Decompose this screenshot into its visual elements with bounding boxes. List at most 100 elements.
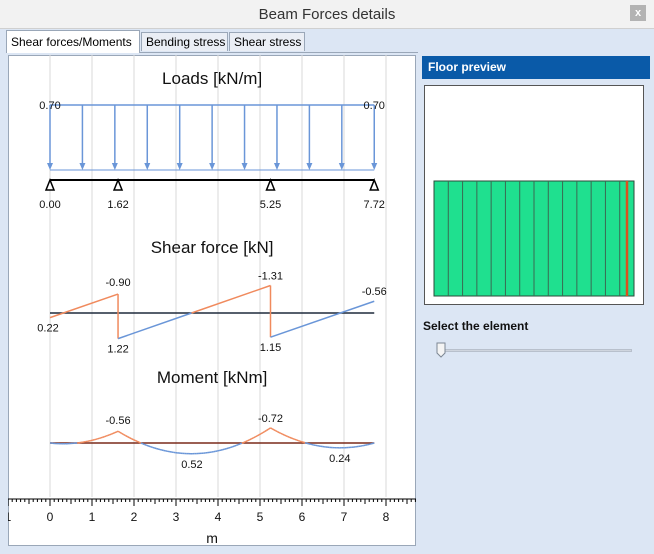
- moment-curve: [134, 439, 138, 443]
- x-tick-label: 7: [341, 510, 348, 524]
- x-tick-label: 1: [8, 510, 12, 524]
- moment-curve: [297, 439, 301, 442]
- floor-preview-box: [424, 85, 644, 305]
- load-arrow-head: [371, 163, 378, 170]
- support-label: 1.62: [107, 199, 128, 211]
- load-value-end: 0.70: [364, 100, 385, 112]
- support-label: 5.25: [260, 199, 281, 211]
- beam-forces-chart: Loads [kN/m] 0.70 0.70 0.00 1.62 5.25 7.72 Shea…: [8, 55, 416, 546]
- title-bar: Beam Forces details x: [0, 0, 654, 29]
- shear-line: [49, 293, 119, 319]
- moment-curve: [264, 429, 268, 433]
- moment-curve: [114, 431, 117, 434]
- moment-curve: [245, 439, 248, 443]
- moment-curve: [254, 435, 258, 438]
- moment-curve: [285, 435, 289, 438]
- load-arrow-head: [111, 163, 118, 170]
- moment-curve: [136, 440, 140, 443]
- moment-curve: [294, 438, 297, 441]
- moment-curve: [287, 435, 290, 438]
- moment-curve: [154, 447, 157, 450]
- floor-plan: [433, 180, 635, 297]
- moment-curve: [150, 445, 153, 449]
- moment-curve: [290, 437, 294, 440]
- load-arrow-head: [306, 163, 313, 170]
- loads-title: Loads [kN/m]: [162, 69, 262, 88]
- moment-curve: [258, 433, 262, 436]
- load-arrow-head: [209, 163, 216, 170]
- moment-curve: [112, 432, 115, 435]
- moment-curve: [123, 433, 127, 437]
- moment-curve: [127, 436, 130, 439]
- moment-curve: [278, 431, 282, 435]
- tab-bending-stress[interactable]: Bending stress: [141, 32, 228, 51]
- x-tick-label: 0: [47, 510, 54, 524]
- moment-curve: [289, 436, 292, 439]
- moment-curve: [296, 439, 299, 442]
- load-arrow-head: [47, 163, 53, 170]
- moment-curve: [270, 427, 273, 430]
- moment-curve: [131, 437, 134, 441]
- x-tick-label: 1: [89, 510, 96, 524]
- moment-curve: [117, 430, 121, 434]
- shear-line: [191, 284, 271, 314]
- window-title: Beam Forces details: [258, 6, 396, 23]
- moment-curve: [243, 440, 247, 444]
- load-arrow-head: [176, 163, 183, 170]
- moment-curve: [138, 441, 142, 444]
- moment-curve: [144, 443, 147, 447]
- moment-value-label: -0.56: [106, 415, 131, 427]
- floor-preview-header: Floor preview: [422, 56, 650, 79]
- shear-value-label: 1.15: [260, 342, 281, 354]
- moment-curve: [152, 446, 155, 449]
- moment-curve: [235, 444, 239, 447]
- support-icon: [369, 177, 380, 191]
- moment-curve: [107, 434, 110, 437]
- moment-curve: [146, 444, 149, 447]
- x-tick-label: 2: [131, 510, 138, 524]
- moment-curve: [251, 437, 254, 440]
- element-slider-track[interactable]: [440, 349, 632, 352]
- moment-curve: [266, 428, 269, 431]
- moment-curve: [228, 446, 231, 449]
- tab-shear-moments[interactable]: Shear forces/Moments: [6, 30, 140, 53]
- support-icon: [112, 177, 124, 191]
- moment-curve: [222, 448, 225, 451]
- moment-curve: [247, 439, 250, 442]
- moment-curve: [132, 438, 136, 442]
- tab-shear-stress[interactable]: Shear stress: [229, 32, 305, 51]
- shear-value-label: -0.90: [106, 277, 131, 289]
- load-arrow-head: [79, 163, 86, 170]
- shear-value-label: -1.31: [258, 270, 283, 282]
- x-tick-label: 5: [257, 510, 264, 524]
- moment-curve: [253, 436, 256, 439]
- moment-curve: [104, 435, 107, 438]
- moment-value-label: -0.72: [258, 413, 283, 425]
- load-arrow-head: [241, 163, 248, 170]
- moment-curve: [262, 430, 266, 434]
- moment-curve: [275, 430, 278, 433]
- moment-curve: [226, 447, 229, 450]
- moment-curve: [99, 437, 102, 440]
- shear-value-label: -0.56: [362, 286, 387, 298]
- moment-curve: [282, 433, 285, 436]
- x-tick-label: 6: [299, 510, 306, 524]
- moment-curve: [237, 443, 241, 446]
- moment-curve: [119, 431, 123, 435]
- x-tick-label: 8: [383, 510, 390, 524]
- moment-curve: [224, 447, 227, 450]
- load-arrow-head: [273, 163, 280, 170]
- load-value-start: 0.70: [39, 100, 60, 112]
- moment-curve: [271, 428, 275, 431]
- moment-curve: [102, 435, 105, 438]
- element-slider-thumb[interactable]: [436, 342, 446, 358]
- moment-curve: [109, 433, 112, 436]
- moment-curve: [230, 446, 233, 449]
- moment-curve: [284, 434, 287, 437]
- moment-curve: [129, 437, 132, 440]
- close-button[interactable]: x: [630, 5, 646, 21]
- support-icon: [44, 177, 56, 191]
- moment-curve: [292, 437, 295, 441]
- moment-curve: [256, 434, 260, 437]
- moment-curve: [100, 436, 103, 439]
